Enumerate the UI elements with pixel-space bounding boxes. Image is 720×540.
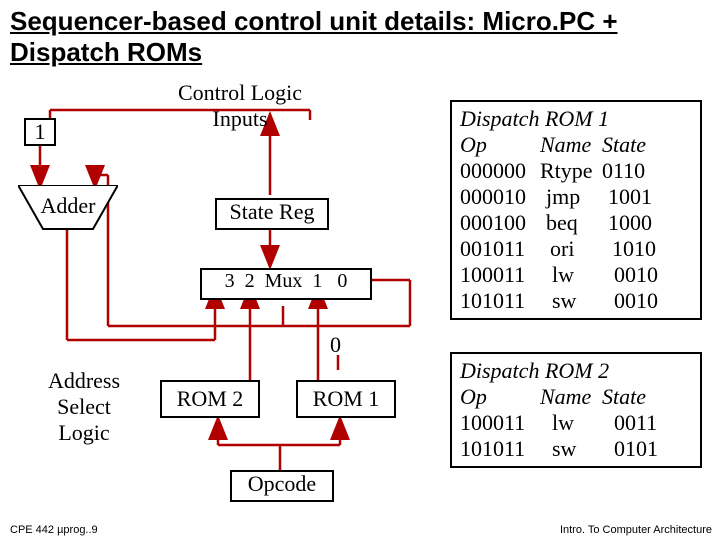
footer-left: CPE 442 µprog..9 bbox=[10, 524, 98, 536]
asl-l2: Select bbox=[34, 394, 134, 420]
constant-zero: 0 bbox=[330, 332, 341, 358]
mux-port-1: 1 bbox=[312, 270, 322, 292]
rom1-title: Dispatch ROM 1 bbox=[460, 106, 692, 132]
adder-block: Adder bbox=[18, 185, 118, 230]
rom1-r2-name: beq bbox=[540, 210, 608, 236]
state-reg: State Reg bbox=[215, 198, 329, 230]
rom2-r0-state: 0011 bbox=[614, 410, 664, 436]
address-select-logic: Address Select Logic bbox=[34, 368, 134, 446]
rom1-r0-name: Rtype bbox=[540, 158, 602, 184]
rom1-r4-name: lw bbox=[540, 262, 614, 288]
slide-title: Sequencer-based control unit details: Mi… bbox=[0, 0, 720, 68]
control-logic-l1: Control Logic bbox=[150, 80, 330, 106]
rom1-r1-name: jmp bbox=[540, 184, 608, 210]
rom1-r4-state: 0010 bbox=[614, 262, 664, 288]
dispatch-rom-2-table: Dispatch ROM 2 OpNameState 100011lw0011 … bbox=[450, 352, 702, 468]
rom2-r1-name: sw bbox=[540, 436, 614, 462]
rom2-r0-name: lw bbox=[540, 410, 614, 436]
rom1-r5-name: sw bbox=[540, 288, 614, 314]
opcode-block: Opcode bbox=[230, 470, 334, 502]
rom1-r2-state: 1000 bbox=[608, 210, 658, 236]
rom1-h-state: State bbox=[602, 132, 652, 158]
rom1-r1-op: 000010 bbox=[460, 184, 540, 210]
rom1-r3-name: ori bbox=[540, 236, 612, 262]
rom2-r1-op: 101011 bbox=[460, 436, 540, 462]
rom1-r4-op: 100011 bbox=[460, 262, 540, 288]
rom2-h-state: State bbox=[602, 384, 652, 410]
rom1-h-name: Name bbox=[540, 132, 602, 158]
adder-label: Adder bbox=[18, 193, 118, 219]
rom2-r0-op: 100011 bbox=[460, 410, 540, 436]
rom1-r3-op: 001011 bbox=[460, 236, 540, 262]
mux-word: Mux bbox=[265, 270, 303, 292]
rom1-r5-state: 0010 bbox=[614, 288, 664, 314]
diagram-canvas: Control Logic Inputs 1 Adder State Reg 3… bbox=[0, 80, 720, 510]
mux-port-2: 2 bbox=[245, 270, 255, 292]
rom2-h-name: Name bbox=[540, 384, 602, 410]
constant-one: 1 bbox=[24, 118, 56, 146]
mux-block: 3 2 Mux 1 0 bbox=[200, 268, 372, 300]
rom1-r3-state: 1010 bbox=[612, 236, 662, 262]
rom1-block: ROM 1 bbox=[296, 380, 396, 418]
control-logic-l2: Inputs bbox=[150, 106, 330, 132]
rom2-block: ROM 2 bbox=[160, 380, 260, 418]
rom2-title: Dispatch ROM 2 bbox=[460, 358, 692, 384]
mux-port-0: 0 bbox=[337, 270, 347, 292]
rom1-r5-op: 101011 bbox=[460, 288, 540, 314]
rom1-r2-op: 000100 bbox=[460, 210, 540, 236]
control-logic-label: Control Logic Inputs bbox=[150, 80, 330, 132]
asl-l3: Logic bbox=[34, 420, 134, 446]
rom1-h-op: Op bbox=[460, 132, 540, 158]
rom1-r0-state: 0110 bbox=[602, 158, 652, 184]
mux-port-3: 3 bbox=[225, 270, 235, 292]
footer-right: Intro. To Computer Architecture bbox=[560, 524, 712, 536]
asl-l1: Address bbox=[34, 368, 134, 394]
rom2-h-op: Op bbox=[460, 384, 540, 410]
dispatch-rom-1-table: Dispatch ROM 1 OpNameState 000000Rtype01… bbox=[450, 100, 702, 320]
rom1-r1-state: 1001 bbox=[608, 184, 658, 210]
rom2-r1-state: 0101 bbox=[614, 436, 664, 462]
rom1-r0-op: 000000 bbox=[460, 158, 540, 184]
